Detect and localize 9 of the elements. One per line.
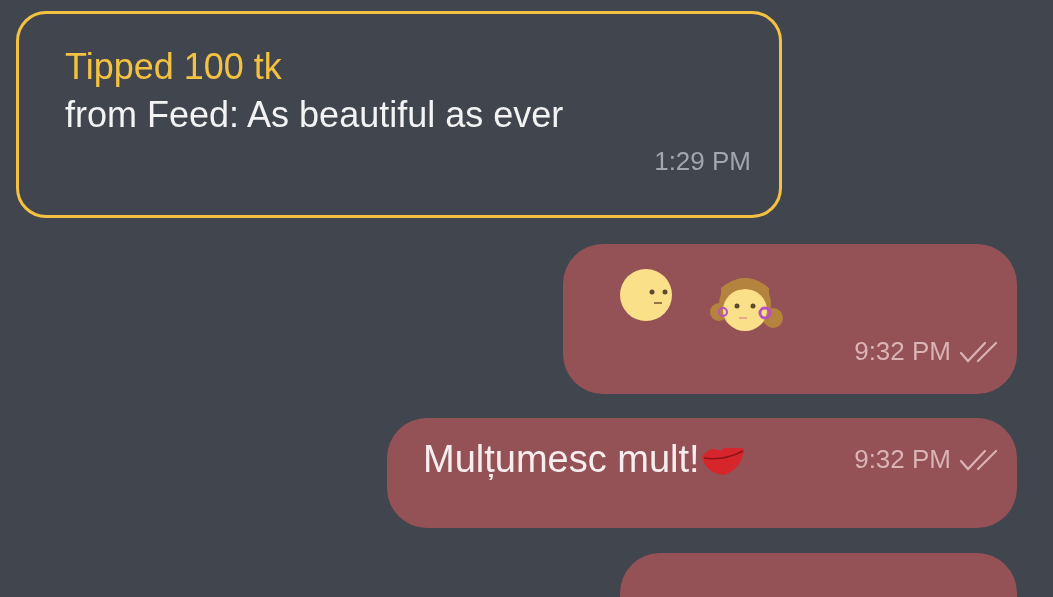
- message-time: 1:29 PM: [654, 146, 751, 177]
- double-check-icon: [959, 447, 999, 472]
- message-time: 9:32 PM: [854, 444, 951, 475]
- double-check-icon: [959, 339, 999, 364]
- tip-message: from Feed: As beautiful as ever: [65, 93, 565, 137]
- tip-title: Tipped 100 tk: [65, 45, 283, 89]
- neutral-face-icon: [619, 267, 673, 322]
- message-text: Mulțumesc mult!: [423, 438, 700, 481]
- message-time: 9:32 PM: [854, 336, 951, 367]
